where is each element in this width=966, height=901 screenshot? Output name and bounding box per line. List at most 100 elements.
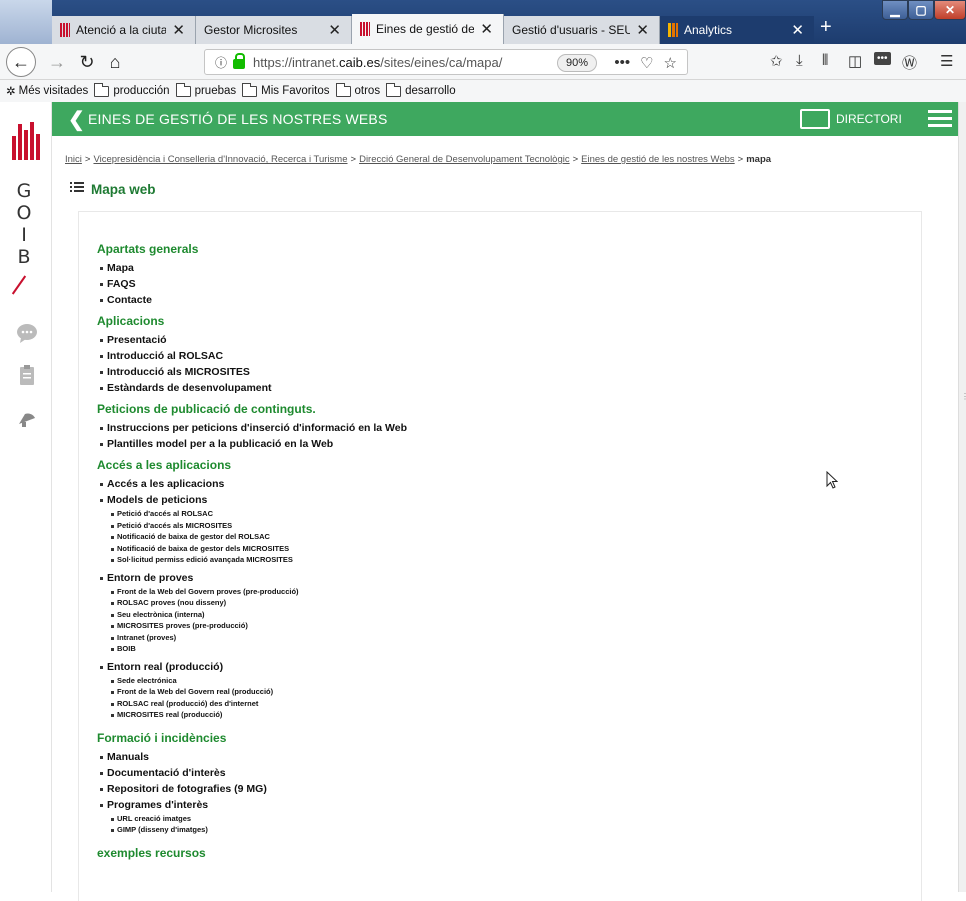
minimize-button[interactable]: ▁ bbox=[882, 0, 908, 20]
close-icon[interactable]: ✕ bbox=[791, 21, 804, 39]
reload-icon: ↻ bbox=[79, 51, 95, 72]
close-icon[interactable]: ✕ bbox=[636, 21, 649, 39]
sitemap-link[interactable]: Entorn de proves bbox=[97, 570, 407, 586]
sitemap-sublink[interactable]: Petició d'accés als MICROSITES bbox=[97, 520, 407, 532]
sitemap-section-title[interactable]: Peticions de publicació de continguts. bbox=[97, 402, 407, 416]
back-button[interactable]: ← bbox=[6, 47, 36, 77]
sitemap-sublink[interactable]: Sede electrónica bbox=[97, 675, 407, 687]
bookmark-pruebas[interactable]: pruebas bbox=[175, 82, 236, 97]
breadcrumb-direccio-general[interactable]: Direcció General de Desenvolupament Tecn… bbox=[359, 154, 570, 165]
sitemap-sublink[interactable]: MICROSITES real (producció) bbox=[97, 709, 407, 721]
bookmark-label: otros bbox=[354, 85, 381, 97]
reload-button[interactable]: ↻ bbox=[74, 50, 100, 74]
sitemap-link[interactable]: Estàndards de desenvolupament bbox=[97, 380, 407, 396]
hamburger-menu-icon[interactable] bbox=[928, 110, 952, 128]
sitemap-section-title[interactable]: Apartats generals bbox=[97, 242, 407, 256]
sitemap-link[interactable]: Instruccions per peticions d'inserció d'… bbox=[97, 420, 407, 436]
bookmark-desarrollo[interactable]: desarrollo bbox=[386, 82, 456, 97]
w-extension-icon[interactable]: Ⓦ bbox=[902, 52, 917, 73]
info-icon[interactable]: ⓘ bbox=[215, 54, 227, 71]
site-title[interactable]: EINES DE GESTIÓ DE LES NOSTRES WEBS bbox=[88, 111, 388, 127]
sitemap-link[interactable]: Models de peticions bbox=[97, 492, 407, 508]
tab-gestio-usuaris[interactable]: Gestió d'usuaris - SEU: SE ✕ bbox=[504, 16, 660, 44]
sidebar-toggle-icon[interactable]: ◫ bbox=[848, 52, 862, 70]
sitemap-link[interactable]: Mapa bbox=[97, 260, 407, 276]
download-icon[interactable]: ⤓ bbox=[796, 52, 803, 69]
hamburger-menu-icon[interactable]: ☰ bbox=[940, 52, 953, 70]
sitemap-link[interactable]: Programes d'interès bbox=[97, 797, 407, 813]
sitemap-sublink[interactable]: Notificació de baixa de gestor dels MICR… bbox=[97, 543, 407, 555]
close-icon[interactable]: ✕ bbox=[480, 20, 493, 38]
page-actions-icon[interactable]: ••• bbox=[614, 54, 630, 72]
library-icon[interactable]: ⫴ bbox=[822, 52, 828, 69]
home-button[interactable]: ⌂ bbox=[102, 50, 128, 74]
close-window-button[interactable]: ✕ bbox=[934, 0, 966, 20]
directori-link[interactable]: DIRECTORI bbox=[836, 112, 902, 126]
breadcrumb-inici[interactable]: Inici bbox=[65, 154, 82, 165]
bookmark-otros[interactable]: otros bbox=[335, 82, 381, 97]
breadcrumb-eines[interactable]: Eines de gestió de les nostres Webs bbox=[581, 154, 735, 165]
sitemap-sublink[interactable]: BOIB bbox=[97, 643, 407, 655]
zoom-indicator[interactable]: 90% bbox=[557, 54, 598, 72]
bookmark-label: Mis Favoritos bbox=[261, 85, 330, 97]
goib-logo-icon[interactable] bbox=[12, 120, 42, 160]
close-icon[interactable]: ✕ bbox=[328, 21, 341, 39]
sitemap-sublink[interactable]: Petició d'accés al ROLSAC bbox=[97, 508, 407, 520]
sitemap-link[interactable]: Repositori de fotografies (9 MG) bbox=[97, 781, 407, 797]
sitemap-sublink[interactable]: URL creació imatges bbox=[97, 813, 407, 825]
tab-atencio[interactable]: Atenció a la ciutada ✕ bbox=[52, 16, 196, 44]
bookmark-mis-favoritos[interactable]: Mis Favoritos bbox=[242, 82, 330, 97]
sitemap-section-title[interactable]: Aplicacions bbox=[97, 314, 407, 328]
sitemap-sublink[interactable]: Sol·licitud permiss edició avançada MICR… bbox=[97, 554, 407, 566]
sitemap-link[interactable]: Introducció als MICROSITES bbox=[97, 364, 407, 380]
sitemap-sublink[interactable]: ROLSAC real (producció) des d'internet bbox=[97, 698, 407, 710]
extension-icon[interactable]: ••• bbox=[874, 52, 891, 65]
folder-open-icon[interactable] bbox=[800, 109, 830, 129]
sitemap-link[interactable]: Accés a les aplicacions bbox=[97, 476, 407, 492]
sitemap-section-title[interactable]: Accés a les aplicacions bbox=[97, 458, 407, 472]
new-tab-button[interactable]: + bbox=[820, 16, 832, 39]
sitemap-link[interactable]: FAQS bbox=[97, 276, 407, 292]
sitemap-link[interactable]: Plantilles model per a la publicació en … bbox=[97, 436, 407, 452]
breadcrumb-separator: > bbox=[737, 154, 744, 165]
sitemap-sublink[interactable]: Intranet (proves) bbox=[97, 632, 407, 644]
bookmark-produccion[interactable]: producción bbox=[94, 82, 170, 97]
sitemap-sublink[interactable]: Front de la Web del Govern proves (pre-p… bbox=[97, 586, 407, 598]
url-bar[interactable]: ⓘ https://intranet.caib.es/sites/eines/c… bbox=[204, 49, 688, 75]
chat-icon[interactable] bbox=[16, 322, 38, 344]
tab-gestor-microsites[interactable]: Gestor Microsites ✕ bbox=[196, 16, 352, 44]
satellite-dish-icon[interactable] bbox=[16, 406, 38, 428]
close-icon[interactable]: ✕ bbox=[172, 21, 185, 39]
sitemap-section-title[interactable]: exemples recursos bbox=[97, 846, 407, 860]
forward-button[interactable]: → bbox=[44, 50, 70, 74]
sitemap-link[interactable]: Manuals bbox=[97, 749, 407, 765]
breadcrumb-vicepresidencia[interactable]: Vicepresidència i Conselleria d'Innovaci… bbox=[93, 154, 347, 165]
back-chevron-icon[interactable]: ❮ bbox=[68, 107, 85, 132]
clipboard-icon[interactable] bbox=[16, 364, 38, 386]
scroll-thumb[interactable]: ⋮ bbox=[961, 392, 966, 401]
tab-eines-gestio[interactable]: Eines de gestió de la ✕ bbox=[352, 14, 504, 44]
logo-letter: B bbox=[17, 246, 31, 268]
sitemap-sublink[interactable]: GIMP (disseny d'imatges) bbox=[97, 824, 407, 836]
sitemap-link[interactable]: Contacte bbox=[97, 292, 407, 308]
sitemap-sublink[interactable]: Front de la Web del Govern real (producc… bbox=[97, 686, 407, 698]
sitemap-section-title[interactable]: Formació i incidències bbox=[97, 731, 407, 745]
bookmarks-star-menu-icon[interactable]: ✩ bbox=[770, 52, 783, 70]
pocket-icon[interactable]: ♡ bbox=[640, 54, 653, 72]
sitemap-link[interactable]: Entorn real (producció) bbox=[97, 659, 407, 675]
bookmark-star-icon[interactable]: ☆ bbox=[664, 54, 677, 72]
maximize-button[interactable]: ▢ bbox=[908, 0, 934, 20]
sitemap-link[interactable]: Documentació d'interès bbox=[97, 765, 407, 781]
sitemap-sublink[interactable]: Seu electrònica (interna) bbox=[97, 609, 407, 621]
sitemap-link[interactable]: Introducció al ROLSAC bbox=[97, 348, 407, 364]
tab-analytics[interactable]: Analytics ✕ bbox=[660, 16, 814, 44]
sitemap-sublink[interactable]: Notificació de baixa de gestor del ROLSA… bbox=[97, 531, 407, 543]
sitemap-sublink[interactable]: MICROSITES proves (pre-producció) bbox=[97, 620, 407, 632]
folder-icon bbox=[175, 82, 191, 97]
sitemap-sublink[interactable]: ROLSAC proves (nou disseny) bbox=[97, 597, 407, 609]
page-scrollbar[interactable]: ⋮ bbox=[958, 102, 966, 892]
sitemap-list: Apartats generals Mapa FAQS Contacte Aplicac… bbox=[97, 242, 407, 864]
bookmark-mes-visitades[interactable]: ✲ Més visitades bbox=[6, 84, 88, 98]
bookmark-label: Més visitades bbox=[18, 85, 89, 97]
sitemap-link[interactable]: Presentació bbox=[97, 332, 407, 348]
